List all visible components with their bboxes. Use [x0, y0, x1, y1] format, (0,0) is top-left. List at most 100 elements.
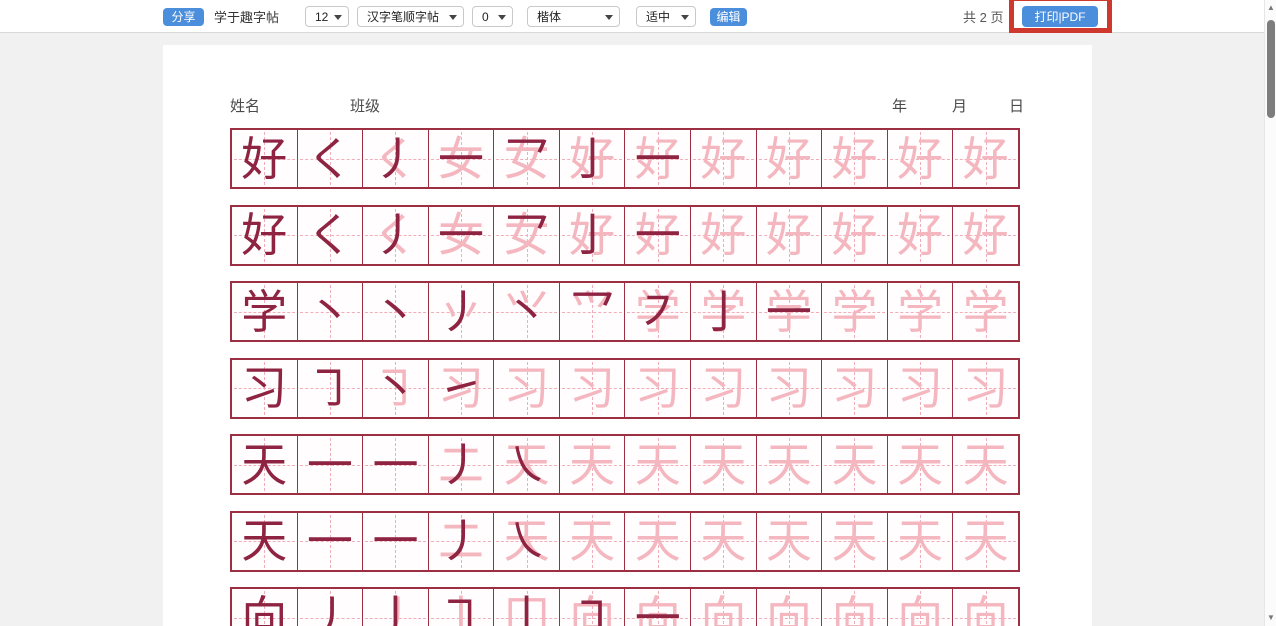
trace-glyph: 好	[757, 130, 822, 187]
trace-glyph: 习	[888, 360, 953, 417]
stroke-glyph: 乛	[494, 207, 559, 264]
font-size-select[interactable]: 12	[305, 6, 349, 27]
scrollbar-thumb[interactable]	[1267, 20, 1275, 118]
print-pdf-button[interactable]: 打印|PDF	[1022, 6, 1098, 27]
grid-cell: ⺍丶	[494, 283, 560, 340]
grid-row-好: 好くく丿女一女乛好亅好一好好好好好	[230, 128, 1020, 189]
grid-cell: 一	[298, 436, 364, 493]
scroll-down-icon[interactable]: ▼	[1265, 610, 1276, 624]
trace-glyph: 习	[691, 360, 756, 417]
trace-glyph: 天	[625, 436, 690, 493]
font-family-value: 楷体	[537, 8, 561, 25]
grid-cell: 女一	[429, 130, 495, 187]
trace-glyph: 学	[822, 283, 887, 340]
day-label: 日	[1009, 95, 1024, 116]
grid-cell: ㇆丶	[363, 360, 429, 417]
trace-glyph: 习	[953, 360, 1018, 417]
toolbar: 分享 学于趣字帖 12 汉字笔顺字帖 0 楷体 适中 编辑	[0, 0, 1264, 33]
chevron-down-icon	[449, 15, 457, 20]
grid-cell: 好	[888, 207, 954, 264]
grid-cell: 好	[822, 207, 888, 264]
grid-cell: 习㇀	[429, 360, 495, 417]
grid-cell: 向㇕	[560, 589, 626, 626]
grid-cell: 向	[691, 589, 757, 626]
density-value: 适中	[646, 8, 670, 25]
stroke-glyph: ㇆	[429, 589, 494, 626]
month-label: 月	[952, 95, 967, 116]
trace-glyph: 向	[822, 589, 887, 626]
grid-cell: 天㇏	[494, 513, 560, 570]
stroke-glyph: 丿	[429, 513, 494, 570]
stroke-glyph: 一	[298, 436, 363, 493]
stroke-glyph: 一	[363, 436, 428, 493]
font-family-select[interactable]: 楷体	[527, 6, 620, 27]
stroke-glyph: く	[298, 207, 363, 264]
stroke-glyph: 亅	[691, 283, 756, 340]
stroke-glyph: 丿	[298, 589, 363, 626]
trace-glyph: 学	[953, 283, 1018, 340]
grid-cell: 向	[822, 589, 888, 626]
grid-cell: 丶	[298, 283, 364, 340]
stroke-glyph: 一	[625, 589, 690, 626]
worksheet-page: 姓名 班级 年 月 日 好くく丿女一女乛好亅好一好好好好好好くく丿女一女乛好亅好…	[163, 45, 1092, 626]
grid-cell: 女乛	[494, 130, 560, 187]
grid-cell: 学一	[757, 283, 823, 340]
grid-cell: 一一	[363, 513, 429, 570]
share-button[interactable]: 分享	[163, 8, 204, 26]
class-label: 班级	[350, 95, 380, 116]
scroll-up-icon[interactable]: ▲	[1265, 0, 1276, 14]
trace-glyph: 天	[757, 513, 822, 570]
grid-cell: 好亅	[560, 130, 626, 187]
grid-cell: 天	[757, 436, 823, 493]
trace-glyph: 好	[822, 207, 887, 264]
trace-glyph: 习	[757, 360, 822, 417]
grid-cell: 向	[888, 589, 954, 626]
stroke-glyph: 丶	[363, 360, 428, 417]
density-select[interactable]: 适中	[636, 6, 696, 27]
grid-cell: 一一	[363, 436, 429, 493]
trace-glyph: 天	[822, 436, 887, 493]
practice-grid: 好くく丿女一女乛好亅好一好好好好好好くく丿女一女乛好亅好一好好好好好学丶丶丶丷丿…	[230, 128, 1020, 626]
grid-cell: 好	[691, 130, 757, 187]
grid-cell: 习	[625, 360, 691, 417]
chevron-down-icon	[605, 15, 613, 20]
trace-glyph: 天	[757, 436, 822, 493]
grid-cell: 天	[560, 513, 626, 570]
sheet-type-select[interactable]: 汉字笔顺字帖	[357, 6, 464, 27]
grid-cell: 天	[691, 436, 757, 493]
grid-cell: 丶丶	[363, 283, 429, 340]
grid-cell: 好	[757, 130, 823, 187]
sheet-type-value: 汉字笔顺字帖	[367, 8, 439, 25]
grid-cell: ㇆	[298, 360, 364, 417]
grid-cell: 冂丨	[494, 589, 560, 626]
trace-glyph: 向	[888, 589, 953, 626]
stroke-glyph: 习	[232, 360, 297, 417]
preview-area: 姓名 班级 年 月 日 好くく丿女一女乛好亅好一好好好好好好くく丿女一女乛好亅好…	[0, 33, 1264, 626]
grid-cell: 丿	[298, 589, 364, 626]
stroke-offset-value: 0	[482, 10, 489, 24]
trace-glyph: 好	[888, 207, 953, 264]
grid-row-学: 学丶丶丶丷丿⺍丶⺍乛学㇇学亅学一学学学	[230, 281, 1020, 342]
stroke-glyph: 丿	[429, 283, 494, 340]
trace-glyph: 天	[953, 436, 1018, 493]
grid-cell: 习	[494, 360, 560, 417]
grid-row-向: 向丿丿丨丨㇆冂丨向㇕向一向向向向向	[230, 587, 1020, 626]
grid-cell: く	[298, 130, 364, 187]
grid-cell: 好	[232, 130, 298, 187]
grid-cell: 学㇇	[625, 283, 691, 340]
grid-cell: 天	[560, 436, 626, 493]
trace-glyph: 天	[691, 513, 756, 570]
grid-cell: 女一	[429, 207, 495, 264]
edit-button[interactable]: 编辑	[710, 8, 747, 26]
grid-cell: 习	[757, 360, 823, 417]
grid-cell: 习	[822, 360, 888, 417]
stroke-glyph: 一	[625, 207, 690, 264]
vertical-scrollbar[interactable]: ▲ ▼	[1264, 0, 1276, 626]
grid-cell: 学	[822, 283, 888, 340]
stroke-offset-select[interactable]: 0	[472, 6, 513, 27]
grid-cell: 好	[232, 207, 298, 264]
grid-cell: 天	[822, 513, 888, 570]
trace-glyph: 好	[953, 130, 1018, 187]
stroke-glyph: 丿	[429, 436, 494, 493]
stroke-glyph: 乛	[560, 283, 625, 340]
